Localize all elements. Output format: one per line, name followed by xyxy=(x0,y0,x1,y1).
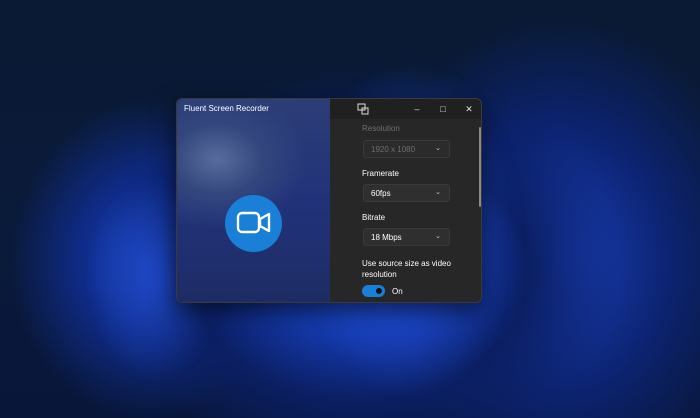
framerate-label: Framerate xyxy=(362,169,399,178)
minimize-icon: – xyxy=(414,104,420,114)
close-icon: ✕ xyxy=(465,104,473,114)
framerate-value: 60fps xyxy=(371,189,391,198)
app-window: Fluent Screen Recorder – □ ✕ Resolution … xyxy=(176,98,482,303)
bitrate-value: 18 Mbps xyxy=(371,233,402,242)
chevron-down-icon: ⌄ xyxy=(435,145,441,152)
scrollbar[interactable] xyxy=(479,127,481,207)
source-size-label: Use source size as video resolution xyxy=(362,259,451,279)
compact-overlay-button[interactable] xyxy=(353,101,373,117)
settings-pane: Resolution 1920 x 1080 ⌄ Framerate 60fps ⌄… xyxy=(330,119,481,302)
chevron-down-icon: ⌄ xyxy=(435,233,441,240)
source-size-toggle[interactable] xyxy=(362,285,385,297)
resolution-label: Resolution xyxy=(362,124,400,133)
maximize-button[interactable]: □ xyxy=(433,101,453,117)
framerate-dropdown[interactable]: 60fps ⌄ xyxy=(363,184,450,202)
toggle-knob xyxy=(376,288,382,294)
record-button[interactable] xyxy=(225,195,282,252)
bitrate-dropdown[interactable]: 18 Mbps ⌄ xyxy=(363,228,450,246)
close-button[interactable]: ✕ xyxy=(459,101,479,117)
resolution-value: 1920 x 1080 xyxy=(371,145,416,154)
preview-pane xyxy=(177,99,330,302)
window-title: Fluent Screen Recorder xyxy=(184,104,269,113)
chevron-down-icon: ⌄ xyxy=(435,189,441,196)
picture-in-picture-icon xyxy=(357,103,369,115)
toggle-state: On xyxy=(392,287,403,296)
resolution-dropdown[interactable]: 1920 x 1080 ⌄ xyxy=(363,140,450,158)
title-bar: Fluent Screen Recorder – □ ✕ xyxy=(177,99,481,119)
maximize-icon: □ xyxy=(440,104,446,114)
video-camera-icon xyxy=(236,211,271,234)
bitrate-label: Bitrate xyxy=(362,213,386,222)
minimize-button[interactable]: – xyxy=(407,101,427,117)
